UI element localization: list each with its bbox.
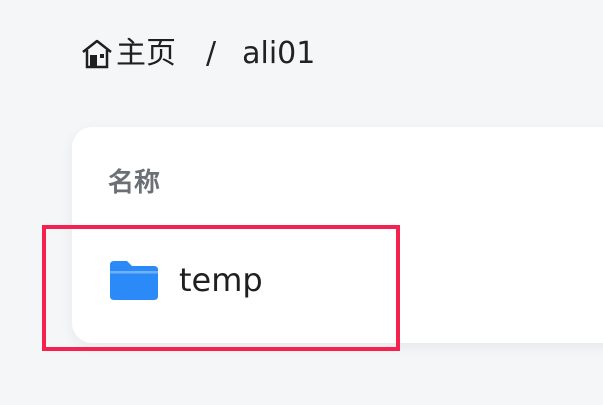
list-item[interactable]: temp	[108, 258, 263, 302]
breadcrumb-current: ali01	[242, 36, 316, 71]
file-list-card: 名称 temp	[72, 127, 603, 343]
file-name[interactable]: temp	[179, 258, 263, 302]
file-browser: 主页 / ali01 名称 temp	[0, 0, 603, 405]
breadcrumb: 主页 / ali01	[80, 32, 315, 76]
breadcrumb-home-link[interactable]: 主页	[116, 32, 176, 76]
column-header-name[interactable]: 名称	[108, 165, 160, 201]
breadcrumb-separator: /	[206, 36, 217, 71]
folder-icon	[108, 259, 160, 301]
home-icon[interactable]	[80, 37, 114, 71]
